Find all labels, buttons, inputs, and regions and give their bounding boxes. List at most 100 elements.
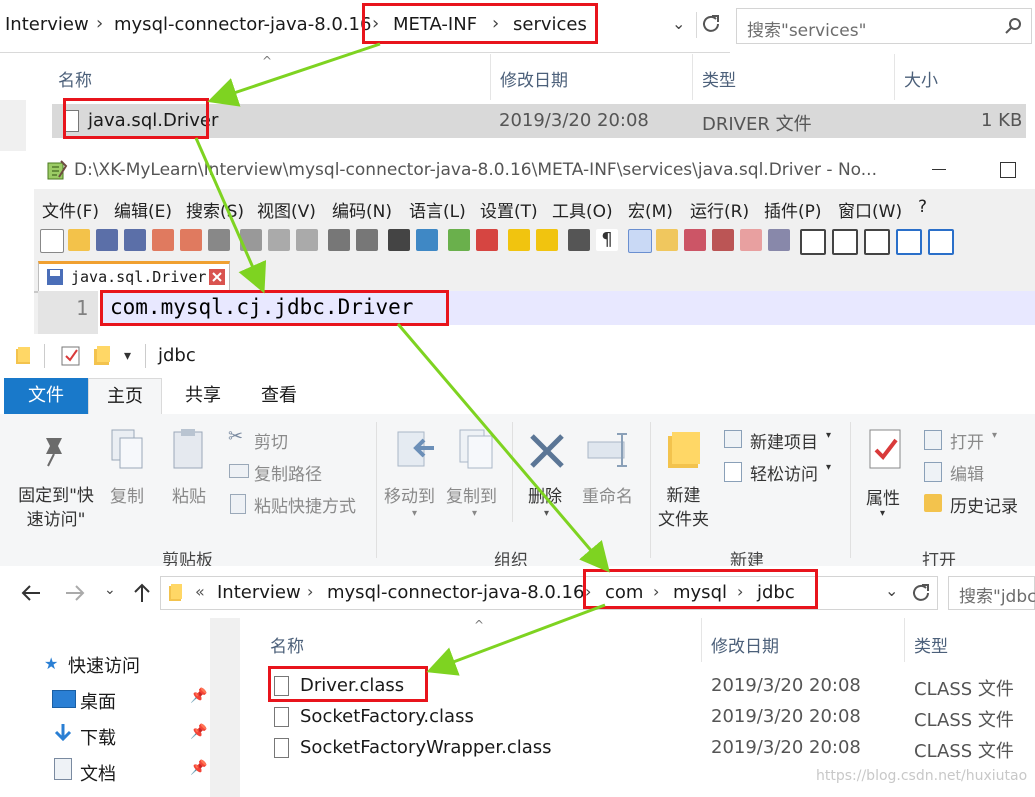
back-arrow-icon[interactable] — [20, 584, 42, 602]
menu-view[interactable]: 视图(V) — [257, 197, 316, 222]
menu-settings[interactable]: 设置(T) — [480, 197, 538, 222]
record-macro-icon[interactable] — [800, 229, 826, 255]
nav-quick-access[interactable]: 快速访问 — [68, 652, 140, 678]
menu-window[interactable]: 窗口(W) — [838, 197, 902, 222]
forward-arrow-icon[interactable] — [64, 584, 86, 602]
zoom-in-icon[interactable] — [448, 229, 470, 251]
run-macro-multiple-icon[interactable] — [896, 229, 922, 255]
menu-tools[interactable]: 工具(O) — [552, 197, 613, 222]
easy-access-button[interactable]: 轻松访问 — [750, 460, 818, 485]
col-type[interactable]: 类型 — [702, 66, 736, 91]
col-type[interactable]: 类型 — [914, 632, 948, 657]
paste-icon[interactable] — [170, 428, 206, 472]
refresh-icon[interactable] — [909, 581, 933, 605]
copy-icon[interactable] — [268, 229, 290, 251]
menu-encoding[interactable]: 编码(N) — [332, 197, 392, 222]
pin-icon[interactable]: 📌 — [190, 760, 207, 776]
nav-desktop[interactable]: 桌面 — [80, 688, 116, 714]
history-button[interactable]: 历史记录 — [950, 492, 1018, 517]
zoom-out-icon[interactable] — [476, 229, 498, 251]
sync-h-icon[interactable] — [536, 229, 558, 251]
pin-quick-access-button[interactable]: 固定到"快 速访问" — [14, 484, 98, 532]
chevron-down-icon[interactable]: ▾ — [472, 508, 477, 519]
close-all-icon[interactable] — [180, 229, 202, 251]
redo-icon[interactable] — [356, 229, 378, 251]
chevron-down-icon[interactable]: ▾ — [992, 430, 997, 441]
undo-icon[interactable] — [328, 229, 350, 251]
move-to-button[interactable]: 移动到 — [384, 482, 435, 507]
properties-button[interactable]: 属性 — [866, 484, 900, 509]
new-folder-button[interactable]: 新建 文件夹 — [658, 484, 709, 532]
breadcrumb-overflow[interactable]: « — [195, 582, 205, 601]
find-icon[interactable] — [388, 229, 410, 251]
monitoring-icon[interactable] — [768, 229, 790, 251]
search-input[interactable]: 搜索"services" — [736, 8, 1032, 44]
new-item-button[interactable]: 新建项目 — [750, 428, 818, 453]
copy-to-button[interactable]: 复制到 — [446, 482, 497, 507]
chevron-down-icon[interactable]: ▾ — [826, 462, 831, 473]
address-bar[interactable]: « Interview › mysql-connector-java-8.0.1… — [160, 576, 938, 610]
properties-icon[interactable] — [866, 428, 906, 472]
copy-icon[interactable] — [110, 428, 146, 472]
menu-edit[interactable]: 编辑(E) — [114, 197, 172, 222]
open-file-icon[interactable] — [68, 229, 90, 251]
file-row-socketfactorywrapper-class[interactable]: SocketFactoryWrapper.class 2019/3/20 20:… — [264, 734, 1024, 764]
breadcrumb-connector[interactable]: mysql-connector-java-8.0.16 — [114, 14, 371, 35]
pin-icon[interactable]: 📌 — [190, 724, 207, 740]
col-date[interactable]: 修改日期 — [500, 66, 568, 91]
wrap-icon[interactable] — [568, 229, 590, 251]
chevron-down-icon[interactable]: ⌄ — [672, 14, 685, 33]
folder-workspace-icon[interactable] — [740, 229, 762, 251]
col-name[interactable]: 名称 — [58, 66, 92, 91]
function-list-icon[interactable] — [712, 229, 734, 251]
play-macro-icon[interactable] — [864, 229, 890, 255]
tab-home[interactable]: 主页 — [88, 378, 162, 415]
new-file-icon[interactable] — [40, 229, 64, 253]
pin-icon[interactable]: 📌 — [190, 688, 207, 704]
replace-icon[interactable] — [416, 229, 438, 251]
paste-shortcut-button[interactable]: 粘贴快捷方式 — [254, 492, 356, 517]
refresh-icon[interactable] — [696, 12, 723, 38]
new-folder-icon[interactable] — [666, 430, 704, 470]
sync-v-icon[interactable] — [508, 229, 530, 251]
indent-guide-icon[interactable] — [628, 229, 652, 253]
qat-dropdown-icon[interactable]: ▾ — [124, 348, 131, 364]
close-icon[interactable] — [209, 269, 225, 285]
close-icon[interactable] — [152, 229, 174, 251]
delete-icon[interactable] — [528, 432, 566, 470]
paste-button[interactable]: 粘贴 — [172, 482, 206, 507]
open-button[interactable]: 打开 — [950, 428, 984, 453]
col-size[interactable]: 大小 — [904, 66, 938, 91]
tab-view[interactable]: 查看 — [242, 378, 316, 414]
breadcrumb-interview[interactable]: Interview — [217, 582, 301, 603]
udl-icon[interactable] — [656, 229, 678, 251]
properties-check-icon[interactable] — [60, 345, 82, 367]
recent-chevron-down-icon[interactable]: ⌄ — [104, 582, 116, 598]
col-name[interactable]: 名称 — [270, 632, 304, 657]
breadcrumb-connector[interactable]: mysql-connector-java-8.0.16 — [327, 582, 584, 603]
minimize-icon[interactable] — [932, 169, 946, 170]
cut-icon[interactable] — [240, 229, 262, 251]
col-date[interactable]: 修改日期 — [711, 632, 779, 657]
search-input[interactable]: 搜索"jdbc — [948, 576, 1035, 610]
menu-plugins[interactable]: 插件(P) — [764, 197, 822, 222]
tab-file[interactable]: 文件 — [4, 378, 88, 414]
copy-path-button[interactable]: 复制路径 — [254, 460, 322, 485]
menu-run[interactable]: 运行(R) — [690, 197, 749, 222]
chevron-down-icon[interactable]: ▾ — [412, 508, 417, 519]
stop-macro-icon[interactable] — [832, 229, 858, 255]
rename-button[interactable]: 重命名 — [582, 482, 633, 507]
new-folder-icon[interactable] — [94, 346, 112, 366]
menu-search[interactable]: 搜索(S) — [186, 197, 244, 222]
edit-button[interactable]: 编辑 — [950, 460, 984, 485]
chevron-down-icon[interactable]: ▾ — [544, 508, 549, 519]
delete-button[interactable]: 删除 — [528, 482, 562, 507]
copy-to-icon[interactable] — [456, 428, 498, 472]
file-row-socketfactory-class[interactable]: SocketFactory.class 2019/3/20 20:08 CLAS… — [264, 703, 1024, 733]
nav-documents[interactable]: 文档 — [80, 760, 116, 786]
show-all-chars-icon[interactable]: ¶ — [596, 229, 618, 251]
paste-icon[interactable] — [296, 229, 318, 251]
pin-icon[interactable] — [36, 432, 72, 468]
print-icon[interactable] — [208, 229, 230, 251]
chevron-down-icon[interactable]: ▾ — [826, 430, 831, 441]
